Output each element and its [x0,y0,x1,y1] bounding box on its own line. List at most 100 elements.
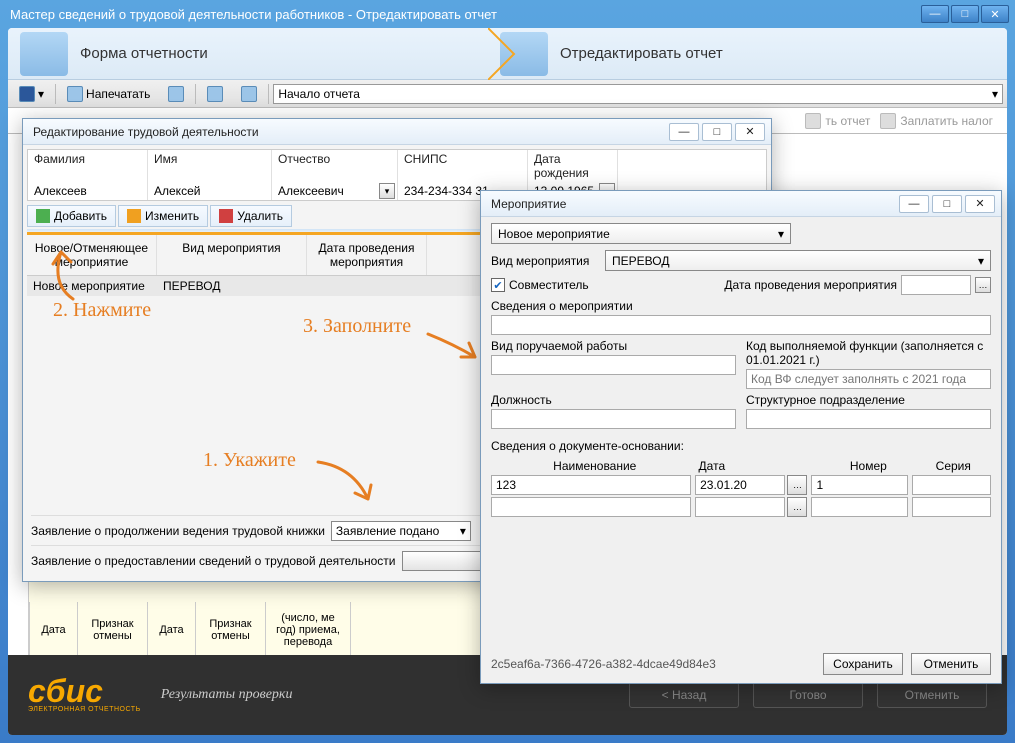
col-snips: СНИПС [398,150,528,182]
doc-date-picker-2[interactable]: … [787,497,807,517]
event-date-label: Дата проведения мероприятия [724,278,897,292]
sovm-checkbox[interactable]: ✔Совместитель [491,278,589,292]
report-label: ть отчет [825,114,870,128]
footer-label: Результаты проверки [161,687,293,703]
doc-ser-input-2[interactable] [912,497,991,517]
event-date-input[interactable] [901,275,971,295]
func-input[interactable] [746,369,991,389]
vid-combo[interactable]: ПЕРЕВОД▾ [605,250,991,271]
hdr-date: Дата проведения мероприятия [307,235,427,275]
word-button[interactable]: ▾ [12,83,51,105]
work-label: Вид поручаемой работы [491,339,736,353]
doc-num-input[interactable] [811,475,907,495]
doc-col-date: Дата [699,459,822,473]
edit-maximize-button[interactable]: □ [702,123,732,141]
annotation-3: 3. Заполните [303,315,411,338]
bg-col-cancel2: Признак отмены [195,602,265,655]
doc-name-input-2[interactable] [491,497,691,517]
work-input[interactable] [491,355,736,375]
func-label: Код выполняемой функции (заполняется с 0… [746,339,991,367]
bg-col-admit: (число, ме год) приема, перевода [265,602,351,655]
tax-icon [880,113,896,129]
bg-col-cancel1: Признак отмены [77,602,147,655]
otch-dropdown-button[interactable]: ▾ [379,183,395,199]
wizard-step1-label: Форма отчетности [80,45,208,62]
close-button[interactable]: ✕ [981,5,1009,23]
doc-date-input[interactable] [695,475,785,495]
main-titlebar: Мастер сведений о трудовой деятельности … [0,0,1015,28]
delete-icon [219,209,233,223]
tool-button-1[interactable] [161,83,191,105]
chevron-right-icon [488,28,518,79]
tax-label: Заплатить налог [900,114,993,128]
col-imya: Имя [148,150,272,182]
doc-date-input-2[interactable] [695,497,785,517]
form-icon [20,32,68,76]
doc-ser-input[interactable] [912,475,991,495]
edit-minimize-button[interactable]: — [669,123,699,141]
delete-button[interactable]: Удалить [210,205,292,227]
label-trudbook: Заявление о продолжении ведения трудовой… [31,524,325,538]
event-date-picker[interactable]: … [975,277,991,293]
edit-button[interactable]: Изменить [118,205,208,227]
annotation-1: 1. Укажите [203,449,296,472]
tool-button-2[interactable] [200,83,230,105]
pos-input[interactable] [491,409,736,429]
guid-label: 2c5eaf6a-7366-4726-a382-4dcae49d84e3 [491,657,716,671]
tool-button-3[interactable] [234,83,264,105]
combo-trudbook[interactable]: Заявление подано▾ [331,521,471,541]
doc-header: Сведения о документе-основании: [491,439,991,453]
val-otch[interactable]: Алексеевич▾ [272,182,398,200]
save-button[interactable]: Сохранить [823,653,903,675]
sved-input[interactable] [491,315,991,335]
col-otch: Отчество [272,150,398,182]
vid-label: Вид мероприятия [491,254,599,268]
hdr-type: Вид мероприятия [157,235,307,275]
doc-col-name: Наименование [491,459,699,473]
window-title: Мастер сведений о трудовой деятельности … [10,7,497,22]
doc-col-ser: Серия [916,459,991,473]
tool-icon-2 [207,86,223,102]
section-combo[interactable]: Начало отчета▾ [273,84,1003,104]
col-dob: Дата рождения [528,150,618,182]
arrow-2-icon [43,244,83,304]
tool-icon-1 [168,86,184,102]
cancel-button[interactable]: Отменить [911,653,991,675]
print-button[interactable]: Напечатать [60,83,157,105]
wizard-header: Форма отчетности Отредактировать отчет [8,28,1007,80]
word-icon [19,86,35,102]
col-familia: Фамилия [28,150,148,182]
event-dialog: Мероприятие — □ ✕ Новое мероприятие▾ Вид… [480,190,1002,684]
dept-label: Структурное подразделение [746,393,991,407]
sved-label: Сведения о мероприятии [491,299,991,313]
maximize-button[interactable]: □ [951,5,979,23]
event-maximize-button[interactable]: □ [932,195,962,213]
add-button[interactable]: Добавить [27,205,116,227]
arrow-1-icon [313,457,383,507]
edit-icon [127,209,141,223]
done-button[interactable]: Готово [753,682,863,708]
pos-label: Должность [491,393,736,407]
edit-close-button[interactable]: ✕ [735,123,765,141]
val-familia[interactable]: Алексеев [28,182,148,200]
back-button[interactable]: < Назад [629,682,739,708]
cancel-button-footer[interactable]: Отменить [877,682,987,708]
cell-type: ПЕРЕВОД [157,276,307,296]
sbis-sub: ЭЛЕКТРОННАЯ ОТЧЕТНОСТЬ [28,706,141,713]
event-close-button[interactable]: ✕ [965,195,995,213]
event-minimize-button[interactable]: — [899,195,929,213]
doc-num-input-2[interactable] [811,497,907,517]
val-imya[interactable]: Алексей [148,182,272,200]
doc-col-num: Номер [821,459,915,473]
sbis-logo: сбис [28,677,141,706]
doc-name-input[interactable] [491,475,691,495]
label-sved: Заявление о предоставлении сведений о тр… [31,554,396,568]
dept-input[interactable] [746,409,991,429]
minimize-button[interactable]: — [921,5,949,23]
doc-date-picker[interactable]: … [787,475,807,495]
wizard-step2-label: Отредактировать отчет [560,45,723,62]
event-type-combo[interactable]: Новое мероприятие▾ [491,223,791,244]
event-dialog-title: Мероприятие [491,197,566,211]
bg-col-date2: Дата [147,602,195,655]
arrow-3-icon [423,329,483,369]
